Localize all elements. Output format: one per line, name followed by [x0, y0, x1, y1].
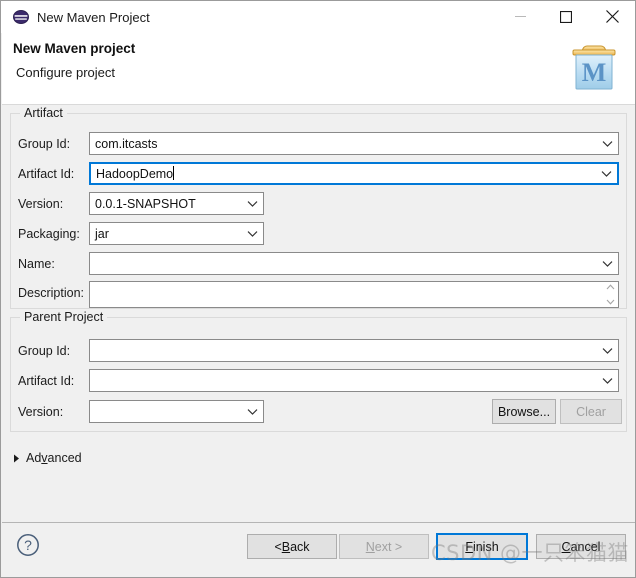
- finish-button[interactable]: Finish: [436, 533, 528, 560]
- help-icon[interactable]: ?: [16, 533, 40, 557]
- page-subtitle: Configure project: [16, 65, 115, 80]
- artifact-packaging-label: Packaging:: [18, 227, 80, 241]
- artifact-group-id-combo[interactable]: com.itcasts: [89, 132, 619, 155]
- artifact-version-value: 0.0.1-SNAPSHOT: [90, 197, 241, 211]
- artifact-version-label: Version:: [18, 197, 63, 211]
- wizard-header: New Maven project Configure project: [2, 33, 635, 105]
- artifact-packaging-combo[interactable]: jar: [89, 222, 264, 245]
- scroll-up-icon: [606, 284, 615, 290]
- chevron-down-icon[interactable]: [596, 347, 618, 355]
- artifact-group-id-value: com.itcasts: [90, 137, 596, 151]
- artifact-name-combo[interactable]: [89, 252, 619, 275]
- artifact-group-id-label: Group Id:: [18, 137, 70, 151]
- artifact-description-value[interactable]: [90, 282, 602, 307]
- artifact-group-title: Artifact: [20, 106, 67, 120]
- clear-button[interactable]: Clear: [560, 399, 622, 424]
- artifact-packaging-value: jar: [90, 227, 241, 241]
- chevron-down-icon[interactable]: [596, 140, 618, 148]
- parent-artifact-id-label: Artifact Id:: [18, 374, 74, 388]
- chevron-down-icon[interactable]: [241, 200, 263, 208]
- artifact-description-label: Description:: [18, 286, 84, 300]
- artifact-artifact-id-combo[interactable]: HadoopDemo: [89, 162, 619, 185]
- artifact-artifact-id-label: Artifact Id:: [18, 167, 74, 181]
- artifact-name-label: Name:: [18, 257, 55, 271]
- chevron-down-icon[interactable]: [596, 377, 618, 385]
- chevron-right-icon: [11, 453, 21, 463]
- window-title: New Maven Project: [37, 10, 497, 25]
- parent-group-id-combo[interactable]: [89, 339, 619, 362]
- svg-text:M: M: [582, 58, 607, 87]
- advanced-label: Advanced: [26, 451, 82, 465]
- parent-group-id-label: Group Id:: [18, 344, 70, 358]
- parent-artifact-id-combo[interactable]: [89, 369, 619, 392]
- back-button[interactable]: < Back: [247, 534, 337, 559]
- window-controls: [497, 1, 635, 33]
- parent-version-label: Version:: [18, 405, 63, 419]
- chevron-down-icon[interactable]: [241, 230, 263, 238]
- artifact-version-combo[interactable]: 0.0.1-SNAPSHOT: [89, 192, 264, 215]
- wizard-footer: ? < Back Next > Finish Cancel: [2, 523, 635, 578]
- text-caret: [173, 166, 174, 180]
- cancel-button[interactable]: Cancel: [536, 534, 626, 559]
- maven-logo: M: [565, 39, 623, 97]
- description-scrollbar[interactable]: [602, 282, 618, 307]
- svg-text:?: ?: [24, 537, 32, 553]
- new-maven-project-dialog: New Maven Project New Maven project Conf…: [0, 0, 636, 578]
- parent-version-combo[interactable]: [89, 400, 264, 423]
- artifact-artifact-id-value: HadoopDemo: [91, 166, 595, 181]
- parent-project-group-title: Parent Project: [20, 310, 107, 324]
- browse-button[interactable]: Browse...: [492, 399, 556, 424]
- close-button[interactable]: [589, 1, 635, 32]
- maximize-button[interactable]: [543, 1, 589, 32]
- wizard-body: Artifact Group Id: com.itcasts Artifact …: [2, 105, 635, 522]
- chevron-down-icon[interactable]: [596, 260, 618, 268]
- chevron-down-icon[interactable]: [241, 408, 263, 416]
- next-button[interactable]: Next >: [339, 534, 429, 559]
- artifact-description-textarea[interactable]: [89, 281, 619, 308]
- advanced-disclosure[interactable]: Advanced: [11, 451, 82, 465]
- chevron-down-icon[interactable]: [595, 170, 617, 178]
- eclipse-icon: [13, 9, 29, 25]
- minimize-button[interactable]: [497, 1, 543, 32]
- scroll-down-icon: [606, 299, 615, 305]
- page-title: New Maven project: [13, 41, 135, 56]
- title-bar: New Maven Project: [1, 1, 635, 33]
